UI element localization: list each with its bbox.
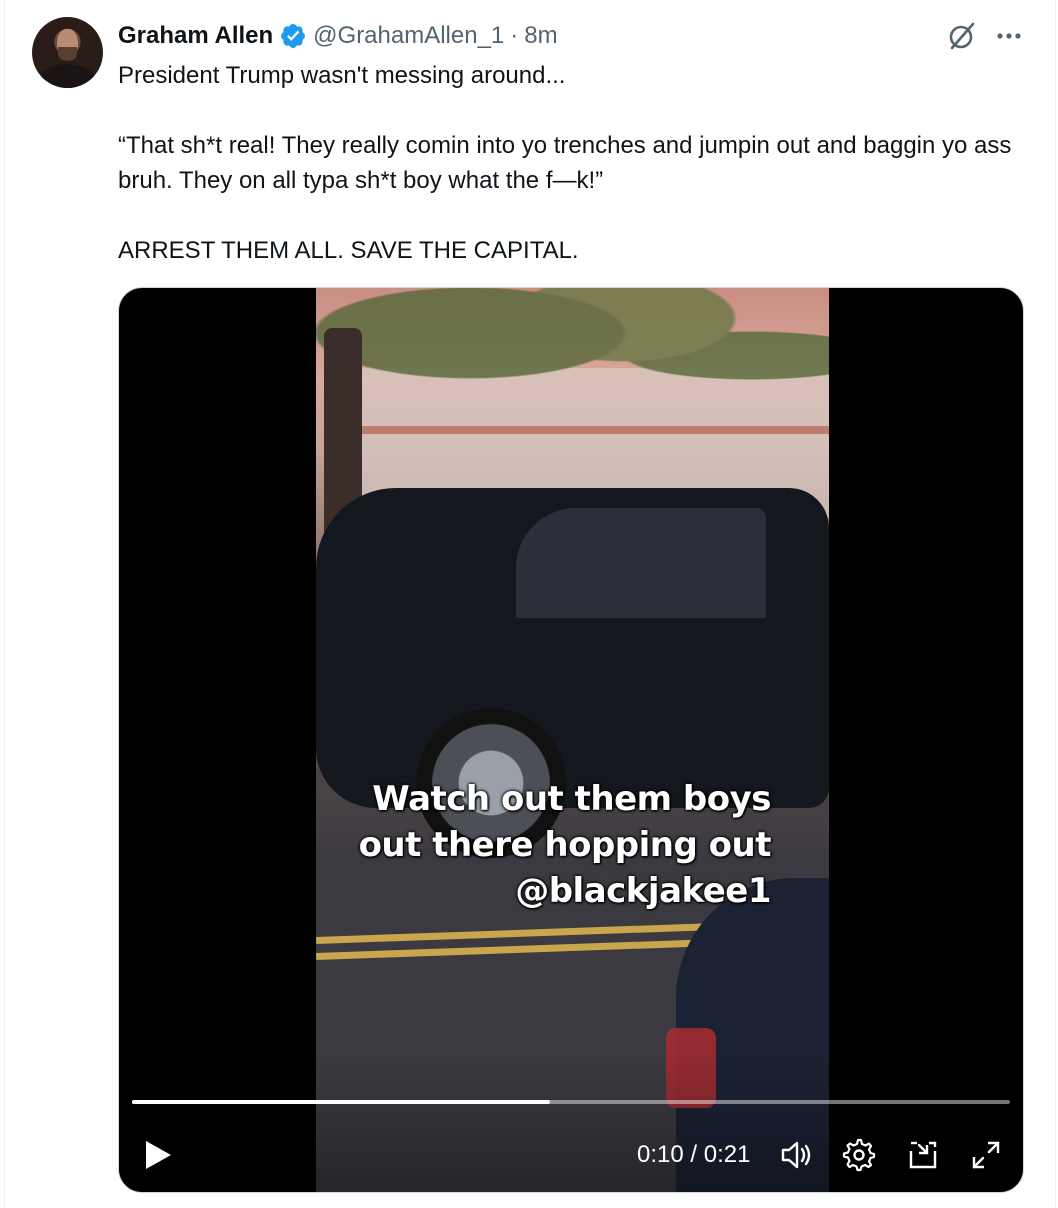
video-player[interactable]: Watch out them boys out there hopping ou… [118,287,1024,1193]
caption-line: @blackjakee1 [515,871,771,911]
tweet-paragraph: ARREST THEM ALL. SAVE THE CAPITAL. [118,237,579,264]
progress-bar-fill [132,1100,550,1104]
more-options-icon[interactable] [994,22,1024,50]
progress-bar[interactable] [132,1100,1010,1104]
tweet-paragraph: President Trump wasn't messing around... [118,62,566,89]
avatar[interactable] [32,17,103,88]
tweet-timestamp[interactable]: 8m [524,22,557,50]
video-caption: Watch out them boys out there hopping ou… [358,776,772,914]
scene-tree-canopy [316,288,829,438]
avatar-shoulders [40,64,95,88]
caption-line: out there hopping out [358,825,772,865]
tweet-paragraph: “That sh*t real! They really comin into … [118,132,1012,194]
video-timecode: 0:10 / 0:21 [637,1141,751,1168]
picture-in-picture-icon[interactable] [905,1137,941,1173]
scene-suv-window [516,508,766,618]
controls-overlay [119,1052,1023,1192]
tweet-header: Graham Allen @GrahamAllen_1 · 8m [118,20,558,52]
avatar-beard [58,47,77,61]
fullscreen-icon[interactable] [968,1137,1004,1173]
grok-icon[interactable] [946,20,978,52]
play-icon[interactable] [141,1138,175,1172]
volume-icon[interactable] [778,1137,814,1173]
tweet-body: President Trump wasn't messing around...… [118,58,1028,268]
separator-dot: · [510,22,519,49]
verified-badge-icon [281,24,306,48]
user-handle[interactable]: @GrahamAllen_1 [313,22,504,50]
display-name[interactable]: Graham Allen [118,22,273,50]
settings-icon[interactable] [841,1137,877,1173]
caption-line: Watch out them boys [372,779,771,819]
